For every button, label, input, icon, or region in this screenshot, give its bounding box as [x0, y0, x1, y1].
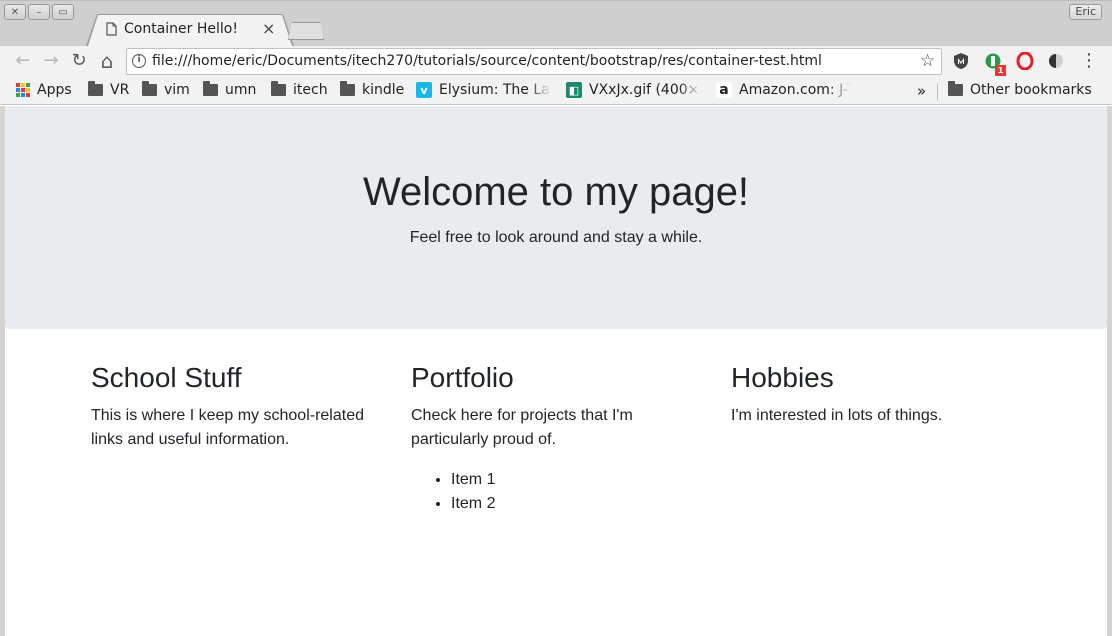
bookmark-label: kindle — [362, 82, 405, 98]
bookmark-label: Elysium: The Las — [439, 82, 551, 98]
back-icon[interactable]: ← — [12, 50, 34, 72]
bookmark-label: VR — [110, 82, 130, 98]
bookmark-label: Other bookmarks — [970, 82, 1092, 98]
portfolio-list: Item 1 Item 2 — [411, 468, 711, 516]
column-hobbies: Hobbies I'm interested in lots of things… — [731, 362, 1031, 428]
bookmark-link-elysium[interactable]: v Elysium: The Las — [416, 82, 551, 98]
folder-icon — [203, 81, 218, 96]
folder-icon — [88, 81, 103, 96]
column-text: I'm interested in lots of things. — [731, 407, 943, 424]
menu-icon[interactable]: ⋮ — [1078, 50, 1100, 72]
dark-mode-extension-icon[interactable] — [1047, 52, 1065, 70]
folder-icon — [948, 81, 963, 96]
column-text: This is where I keep my school-related l… — [91, 407, 364, 448]
shield-extension-icon[interactable] — [952, 52, 970, 70]
bookmark-folder-vr[interactable]: VR — [88, 81, 130, 98]
column-heading: Hobbies — [731, 362, 834, 393]
tab-title: Container Hello! — [124, 21, 238, 37]
close-window-icon[interactable]: ✕ — [4, 4, 26, 20]
list-item: Item 1 — [451, 468, 711, 492]
bookmarks-divider — [937, 83, 938, 101]
bookmark-link-amazon[interactable]: a Amazon.com: J-T — [716, 82, 851, 98]
bookmark-star-icon[interactable]: ☆ — [920, 51, 935, 71]
window-controls: ✕ – ▭ — [4, 4, 74, 20]
page-subtitle: Feel free to look around and stay a whil… — [409, 229, 703, 246]
jumbotron — [5, 106, 1107, 329]
page-icon — [106, 22, 117, 36]
bookmark-folder-kindle[interactable]: kindle — [340, 81, 405, 98]
profile-button[interactable]: Eric — [1069, 4, 1102, 20]
bookmark-label: Amazon.com: J-T — [739, 82, 851, 98]
column-portfolio: Portfolio Check here for projects that I… — [411, 362, 711, 516]
bookmark-folder-umn[interactable]: umn — [203, 81, 257, 98]
bookmark-label: VXxJx.gif (400×3 — [589, 82, 701, 98]
minimize-window-icon[interactable]: – — [28, 4, 50, 20]
reload-icon[interactable]: ↻ — [68, 50, 90, 72]
url-text[interactable]: file:///home/eric/Documents/itech270/tut… — [152, 53, 822, 69]
bookmark-apps[interactable]: Apps — [16, 82, 72, 98]
bookmark-other[interactable]: Other bookmarks — [948, 81, 1092, 98]
extension-badge: 1 — [995, 65, 1006, 76]
image-icon: ◧ — [566, 82, 582, 98]
bookmark-folder-itech[interactable]: itech — [271, 81, 328, 98]
list-item: Item 2 — [451, 492, 711, 516]
folder-icon — [271, 81, 286, 96]
column-heading: School Stuff — [91, 362, 242, 393]
bookmark-label: Apps — [37, 82, 72, 98]
forward-icon[interactable]: → — [40, 50, 62, 72]
maximize-window-icon[interactable]: ▭ — [52, 4, 74, 20]
tab-close-icon[interactable]: × — [262, 19, 275, 38]
folder-icon — [340, 81, 355, 96]
page-title: Welcome to my page! — [362, 170, 750, 214]
apps-grid-icon — [16, 83, 30, 97]
amazon-icon: a — [716, 82, 732, 98]
column-text: Check here for projects that I'm particu… — [411, 407, 633, 448]
info-icon[interactable]: i — [132, 54, 146, 68]
home-icon[interactable]: ⌂ — [96, 50, 118, 72]
bookmarks-overflow-icon[interactable]: » — [917, 82, 926, 100]
opera-extension-icon[interactable] — [1016, 52, 1034, 70]
column-heading: Portfolio — [411, 362, 514, 393]
new-tab-button[interactable] — [288, 22, 324, 40]
column-school-stuff: School Stuff This is where I keep my sch… — [91, 362, 391, 452]
vimeo-icon: v — [416, 82, 432, 98]
bookmark-label: umn — [225, 82, 257, 98]
bookmark-folder-vim[interactable]: vim — [142, 81, 190, 98]
bookmark-link-gif[interactable]: ◧ VXxJx.gif (400×3 — [566, 82, 701, 98]
bookmark-label: itech — [293, 82, 328, 98]
bookmark-label: vim — [164, 82, 190, 98]
folder-icon — [142, 81, 157, 96]
